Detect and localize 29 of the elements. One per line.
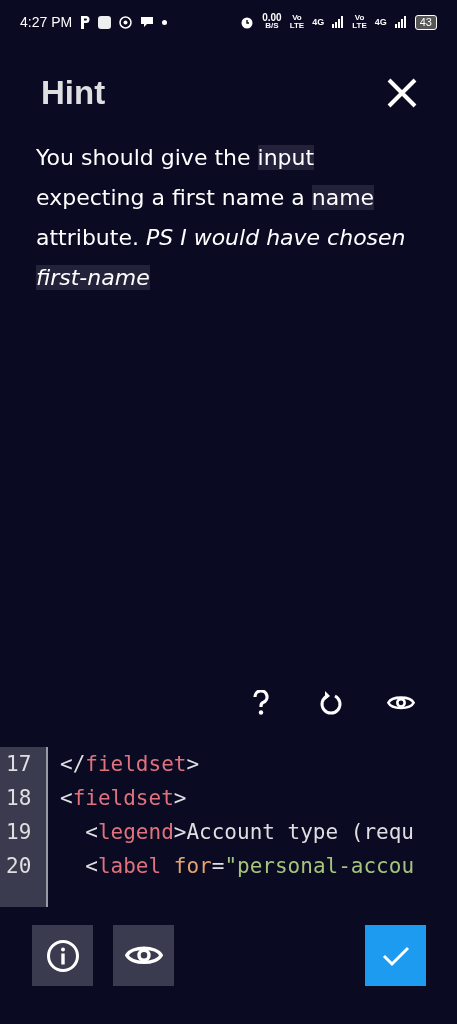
p-logo-icon <box>80 15 91 29</box>
preview-button[interactable] <box>113 925 174 986</box>
network-speed: 0.00 B/S <box>262 14 282 30</box>
hint-text: You should give the input expecting a first name a name attribute. PS I would have chosen first-name <box>36 144 407 292</box>
line-number: 17 <box>5 751 33 778</box>
hint-title: Hint <box>41 74 106 112</box>
code-line: <label for="personal-accou <box>84 853 416 880</box>
chat-bubble-icon <box>140 16 155 28</box>
close-button[interactable] <box>385 76 419 110</box>
signal-icon <box>332 16 345 28</box>
line-number: 20 <box>5 853 33 880</box>
network-type: 4G <box>312 17 325 27</box>
battery-level: 43 <box>414 14 437 30</box>
volte-indicator: Vo LTE <box>352 14 367 30</box>
code-line: <fieldset> <box>60 785 188 812</box>
volte-indicator: Vo LTE <box>289 14 305 30</box>
circle-badge-icon <box>119 15 133 29</box>
info-button[interactable] <box>32 925 93 986</box>
line-number: 18 <box>5 785 33 812</box>
signal-icon <box>394 16 407 28</box>
app-square-icon <box>98 15 112 29</box>
network-type: 4G <box>374 17 387 27</box>
info-icon <box>45 938 80 973</box>
alarm-icon <box>240 15 255 29</box>
code-line: </fieldset> <box>60 751 201 778</box>
dot-icon <box>162 19 168 25</box>
clock-time: 4:27 PM <box>20 14 73 30</box>
code-line: <legend>Account type (requ <box>84 819 415 846</box>
line-number: 19 <box>5 819 33 846</box>
